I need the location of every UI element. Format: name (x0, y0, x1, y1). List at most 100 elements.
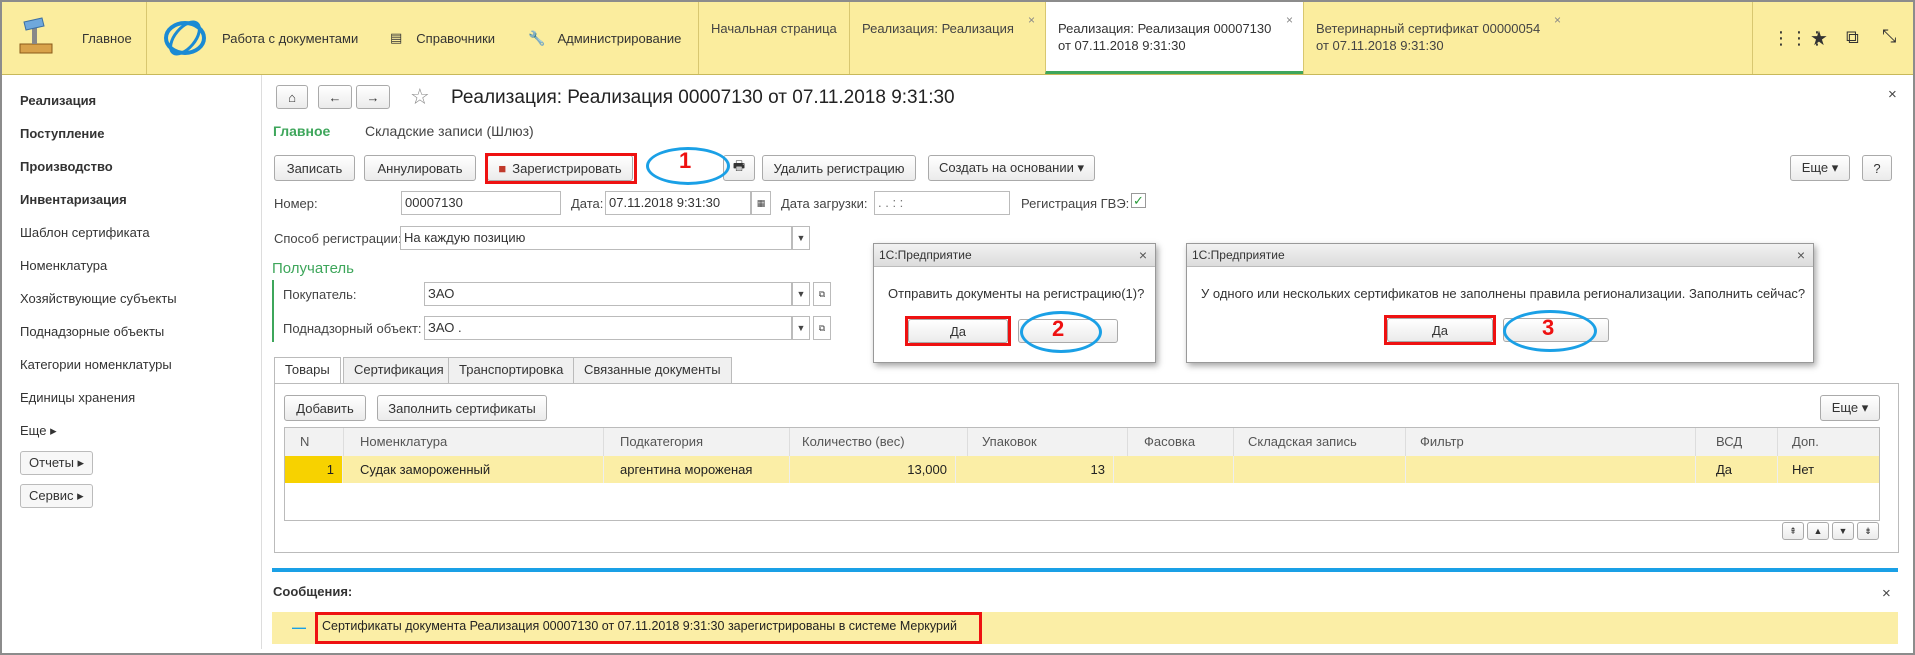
tab-realization-doc[interactable]: Реализация: Реализация 00007130 от 07.11… (1045, 2, 1303, 74)
tab-label: Реализация: Реализация 00007130 (1058, 21, 1272, 36)
tab-vet-certificate[interactable]: Ветеринарный сертификат 00000054 от 07.1… (1303, 2, 1571, 74)
tab-certification[interactable]: Сертификация (343, 357, 455, 383)
add-row-button[interactable]: Добавить (284, 395, 366, 421)
col-subcategory[interactable]: Подкатегория (612, 428, 790, 456)
dialog-title: 1С:Предприятие × (1187, 244, 1813, 267)
dialog-title: 1С:Предприятие × (874, 244, 1155, 267)
open-icon[interactable]: ⧉ (813, 282, 831, 306)
number-field[interactable]: 00007130 (401, 191, 561, 215)
section-main[interactable]: Главное (82, 2, 132, 74)
forward-button[interactable]: → (356, 85, 390, 109)
close-icon[interactable]: × (1028, 12, 1035, 29)
load-date-field[interactable]: . . : : (874, 191, 1010, 215)
back-button[interactable]: ← (318, 85, 352, 109)
gvz-checkbox[interactable]: ✓ (1131, 193, 1146, 208)
sidebar-item-production[interactable]: Производство (20, 159, 113, 174)
sidebar-item-cert-template[interactable]: Шаблон сертификата (20, 225, 150, 240)
chevron-down-icon[interactable]: ▼ (792, 226, 810, 250)
dialog-text: У одного или нескольких сертификатов не … (1201, 286, 1806, 301)
dialog-title-text: 1С:Предприятие (1192, 248, 1285, 262)
arrow-right-icon: → (366, 89, 380, 105)
col-qty[interactable]: Количество (вес) (794, 428, 968, 456)
nav-main-link[interactable]: Главное (273, 123, 330, 139)
col-n[interactable]: N (292, 428, 344, 456)
section-catalogs[interactable]: ▤ Справочники (390, 2, 495, 74)
wrench-icon: 🔧 (528, 29, 546, 46)
close-messages-icon[interactable]: × (1882, 585, 1891, 602)
tab-label: от 07.11.2018 9:31:30 (1058, 38, 1186, 53)
close-icon[interactable]: × (1554, 12, 1561, 29)
star-icon[interactable]: ★ (1810, 26, 1828, 51)
history-icon[interactable]: ⧉ (1846, 27, 1859, 48)
col-warehouse-record[interactable]: Складская запись (1240, 428, 1406, 456)
col-extra[interactable]: Доп. (1784, 428, 1878, 456)
scroll-bottom-icon[interactable]: ⇟ (1857, 522, 1879, 540)
arrow-left-icon: ← (328, 89, 342, 105)
menu-icon[interactable]: ⤡ (1882, 26, 1896, 47)
section-admin[interactable]: 🔧 Администрирование (528, 2, 681, 74)
tab-related-docs[interactable]: Связанные документы (573, 357, 732, 383)
sidebar-item-entities[interactable]: Хозяйствующие субъекты (20, 291, 177, 306)
nav-warehouse-link[interactable]: Складские записи (Шлюз) (365, 123, 534, 139)
service-button[interactable]: Сервис ▸ (20, 484, 93, 508)
sidebar-item-units[interactable]: Единицы хранения (20, 390, 135, 405)
scroll-down-icon[interactable]: ▼ (1832, 522, 1854, 540)
annotation-frame (905, 316, 1011, 346)
tab-goods[interactable]: Товары (274, 357, 341, 384)
close-icon[interactable]: × (1286, 12, 1293, 29)
sidebar-item-nomenclature[interactable]: Номенклатура (20, 258, 107, 273)
cell-packs: 13 (974, 456, 1114, 483)
collapse-icon[interactable]: — (292, 619, 306, 635)
scroll-up-icon[interactable]: ▲ (1807, 522, 1829, 540)
close-icon[interactable]: × (1797, 244, 1805, 266)
cell-subcategory: аргентина мороженая (612, 456, 790, 483)
tab-transport[interactable]: Транспортировка (448, 357, 575, 383)
home-logo-icon[interactable] (14, 16, 58, 58)
home-button[interactable]: ⌂ (276, 85, 308, 109)
number-label: Номер: (274, 196, 318, 211)
create-based-on-button[interactable]: Создать на основании ▾ (928, 155, 1095, 181)
sidebar-item-receipt[interactable]: Поступление (20, 126, 105, 141)
object-field[interactable]: ЗАО . (424, 316, 792, 340)
fill-certificates-button[interactable]: Заполнить сертификаты (377, 395, 547, 421)
tab-start-page[interactable]: Начальная страница (698, 2, 849, 74)
scroll-top-icon[interactable]: ⇞ (1782, 522, 1804, 540)
delete-registration-button[interactable]: Удалить регистрацию (762, 155, 916, 181)
tab-realization-list[interactable]: Реализация: Реализация × (849, 2, 1045, 74)
col-name[interactable]: Номенклатура (352, 428, 604, 456)
date-field[interactable]: 07.11.2018 9:31:30 (605, 191, 751, 215)
tab-label: Ветеринарный сертификат 00000054 (1316, 21, 1541, 36)
page-title: Реализация: Реализация 00007130 от 07.11… (451, 87, 955, 108)
table-more-button[interactable]: Еще ▾ (1820, 395, 1880, 421)
favorite-star-icon[interactable]: ☆ (410, 84, 430, 110)
section-documents[interactable]: Работа с документами (222, 2, 358, 74)
col-filter[interactable]: Фильтр (1412, 428, 1696, 456)
sidebar-item-supervised[interactable]: Поднадзорные объекты (20, 324, 164, 339)
write-button[interactable]: Записать (274, 155, 355, 181)
sidebar-item-categories[interactable]: Категории номенклатуры (20, 357, 172, 372)
sidebar-item-inventory[interactable]: Инвентаризация (20, 192, 127, 207)
more-button[interactable]: Еще ▾ (1790, 155, 1850, 181)
calendar-icon[interactable]: ▦ (751, 191, 771, 215)
annotation-frame (485, 153, 637, 184)
col-vsd[interactable]: ВСД (1708, 428, 1778, 456)
cancel-doc-button[interactable]: Аннулировать (364, 155, 476, 181)
close-icon[interactable]: × (1139, 244, 1147, 266)
buyer-field[interactable]: ЗАО (424, 282, 792, 306)
help-button[interactable]: ? (1862, 155, 1892, 181)
open-icon[interactable]: ⧉ (813, 316, 831, 340)
sidebar-item-more[interactable]: Еще ▸ (20, 423, 57, 439)
chevron-down-icon[interactable]: ▼ (792, 316, 810, 340)
sidebar: Реализация Поступление Производство Инве… (2, 75, 262, 649)
recipient-header: Получатель (272, 260, 354, 277)
col-packing[interactable]: Фасовка (1136, 428, 1234, 456)
confirm-dialog-1: 1С:Предприятие × Отправить документы на р… (873, 243, 1156, 363)
cell-qty: 13,000 (794, 456, 956, 483)
sidebar-item-realization[interactable]: Реализация (20, 93, 96, 108)
home-icon: ⌂ (288, 89, 296, 105)
chevron-down-icon[interactable]: ▼ (792, 282, 810, 306)
col-packs[interactable]: Упаковок (974, 428, 1128, 456)
method-select[interactable]: На каждую позицию (400, 226, 792, 250)
reports-button[interactable]: Отчеты ▸ (20, 451, 94, 475)
close-form-icon[interactable]: × (1888, 86, 1897, 103)
